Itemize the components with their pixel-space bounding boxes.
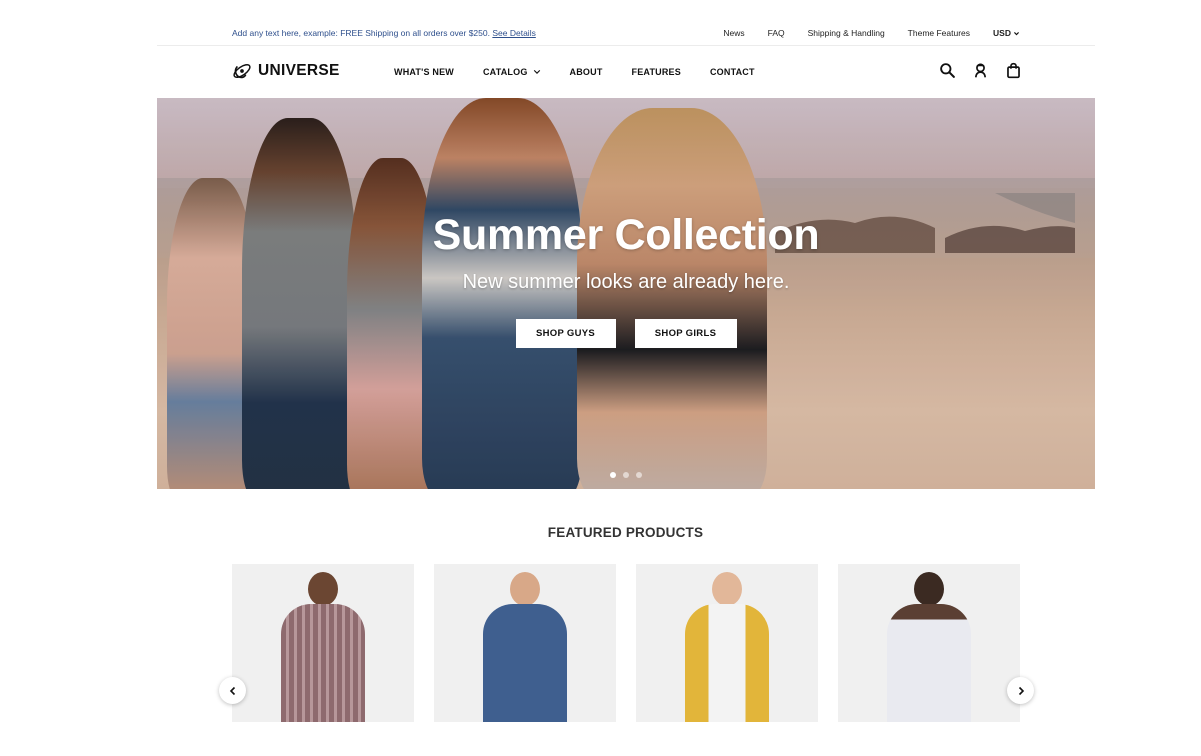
account-icon[interactable] bbox=[972, 62, 989, 79]
nav-label: WHAT'S NEW bbox=[394, 67, 454, 77]
product-image bbox=[510, 572, 540, 606]
announcement-message: Add any text here, example: FREE Shippin… bbox=[232, 28, 490, 38]
universe-logo-icon bbox=[233, 64, 251, 79]
currency-label: USD bbox=[993, 28, 1011, 38]
brand-logo[interactable]: UNIVERSE bbox=[231, 60, 340, 82]
announcement-bar: Add any text here, example: FREE Shippin… bbox=[157, 18, 1095, 46]
main-nav: WHAT'S NEW CATALOG ABOUT FEATURES CONTAC… bbox=[394, 67, 755, 77]
product-card[interactable] bbox=[636, 564, 818, 722]
product-image bbox=[483, 604, 567, 722]
chevron-down-icon bbox=[533, 70, 540, 74]
hero-banner: Summer Collection New summer looks are a… bbox=[157, 98, 1095, 489]
shop-girls-button[interactable]: SHOP GIRLS bbox=[634, 319, 737, 348]
shop-guys-button[interactable]: SHOP GUYS bbox=[515, 319, 616, 348]
nav-item-catalog[interactable]: CATALOG bbox=[483, 67, 541, 77]
featured-products-title: FEATURED PRODUCTS bbox=[547, 525, 704, 540]
hero-title: Summer Collection bbox=[432, 211, 820, 259]
util-link-news[interactable]: News bbox=[723, 28, 744, 38]
utility-links: News FAQ Shipping & Handling Theme Featu… bbox=[723, 28, 1020, 38]
slide-dot-active[interactable] bbox=[610, 472, 616, 478]
see-details-link[interactable]: See Details bbox=[492, 28, 535, 38]
chevron-right-icon bbox=[1018, 686, 1024, 695]
product-image bbox=[887, 604, 971, 722]
announcement-text: Add any text here, example: FREE Shippin… bbox=[232, 28, 536, 38]
product-image bbox=[914, 572, 944, 606]
slide-dot[interactable] bbox=[636, 472, 642, 478]
currency-selector[interactable]: USD bbox=[993, 28, 1020, 38]
chevron-down-icon bbox=[1014, 31, 1019, 35]
product-image bbox=[281, 604, 365, 722]
chevron-left-icon bbox=[229, 686, 235, 695]
hero-subtitle: New summer looks are already here. bbox=[462, 271, 790, 293]
nav-label: CATALOG bbox=[482, 67, 528, 77]
header-icons bbox=[939, 62, 1022, 79]
nav-label: CONTACT bbox=[709, 67, 755, 77]
search-icon[interactable] bbox=[939, 62, 956, 79]
nav-item-contact[interactable]: CONTACT bbox=[710, 67, 755, 77]
product-card[interactable] bbox=[434, 564, 616, 722]
brand-name: UNIVERSE bbox=[258, 62, 340, 79]
product-image bbox=[712, 572, 742, 606]
nav-item-about[interactable]: ABOUT bbox=[570, 67, 603, 77]
product-image bbox=[308, 572, 338, 606]
hero-buttons: SHOP GUYS SHOP GIRLS bbox=[157, 319, 1095, 348]
carousel-prev-button[interactable] bbox=[219, 677, 246, 704]
util-link-shipping[interactable]: Shipping & Handling bbox=[808, 28, 885, 38]
nav-label: FEATURES bbox=[631, 67, 681, 77]
util-link-theme-features[interactable]: Theme Features bbox=[908, 28, 970, 38]
product-card[interactable] bbox=[232, 564, 414, 722]
util-link-faq[interactable]: FAQ bbox=[768, 28, 785, 38]
carousel-next-button[interactable] bbox=[1007, 677, 1034, 704]
slide-indicators bbox=[157, 472, 1095, 478]
nav-item-features[interactable]: FEATURES bbox=[632, 67, 681, 77]
nav-label: ABOUT bbox=[569, 67, 603, 77]
product-carousel bbox=[232, 564, 1020, 722]
slide-dot[interactable] bbox=[623, 472, 629, 478]
site-header: UNIVERSE WHAT'S NEW CATALOG ABOUT FEATUR… bbox=[157, 46, 1095, 98]
nav-item-whats-new[interactable]: WHAT'S NEW bbox=[394, 67, 454, 77]
cart-icon[interactable] bbox=[1005, 62, 1022, 79]
product-image bbox=[685, 604, 769, 722]
product-card[interactable] bbox=[838, 564, 1020, 722]
